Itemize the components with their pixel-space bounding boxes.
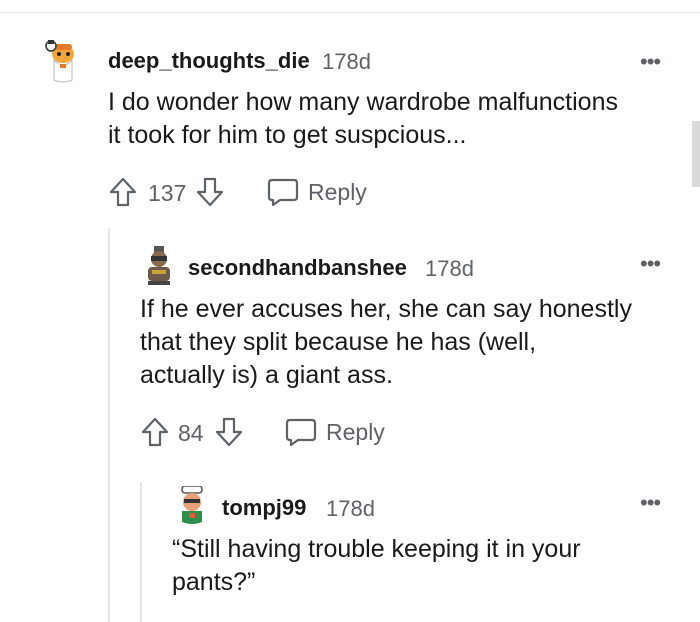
more-options-button[interactable]: ••• <box>640 251 661 277</box>
comment-author[interactable]: tompj99 <box>222 495 306 521</box>
user-avatar-icon[interactable] <box>174 486 210 526</box>
comment-body: “Still having trouble keeping it in your… <box>172 535 581 596</box>
downvote-button[interactable] <box>195 176 225 208</box>
user-avatar-icon[interactable] <box>40 36 86 84</box>
comment-age[interactable]: 178d <box>425 256 474 282</box>
upvote-arrow-icon <box>109 177 137 207</box>
comment-age[interactable]: 178d <box>326 496 375 522</box>
reply-label: Reply <box>326 418 385 445</box>
reply-label: Reply <box>308 178 367 205</box>
reply-button[interactable]: Reply <box>284 416 385 448</box>
user-avatar-icon[interactable] <box>142 246 176 286</box>
top-divider <box>0 12 700 13</box>
thread-line[interactable] <box>108 228 110 622</box>
comment-author[interactable]: deep_thoughts_die <box>108 48 310 74</box>
upvote-arrow-icon <box>141 417 169 447</box>
comment-body: If he ever accuses her, she can say hone… <box>140 295 632 389</box>
downvote-arrow-icon <box>196 177 224 207</box>
vote-count: 137 <box>148 180 187 206</box>
scrollbar-thumb[interactable] <box>692 121 700 187</box>
more-options-button[interactable]: ••• <box>640 49 661 75</box>
comment-author[interactable]: secondhandbanshee <box>188 255 407 281</box>
downvote-arrow-icon <box>215 417 243 447</box>
upvote-button[interactable] <box>140 416 170 448</box>
upvote-button[interactable] <box>108 176 138 208</box>
thread-line[interactable] <box>140 482 142 622</box>
vote-count: 84 <box>178 420 204 446</box>
reply-button[interactable]: Reply <box>266 176 367 208</box>
comment-bubble-icon <box>267 178 299 207</box>
more-options-button[interactable]: ••• <box>640 490 661 516</box>
comment-bubble-icon <box>285 418 317 447</box>
downvote-button[interactable] <box>214 416 244 448</box>
comment-body: I do wonder how many wardrobe malfunctio… <box>108 88 618 149</box>
comment-age[interactable]: 178d <box>322 49 371 75</box>
